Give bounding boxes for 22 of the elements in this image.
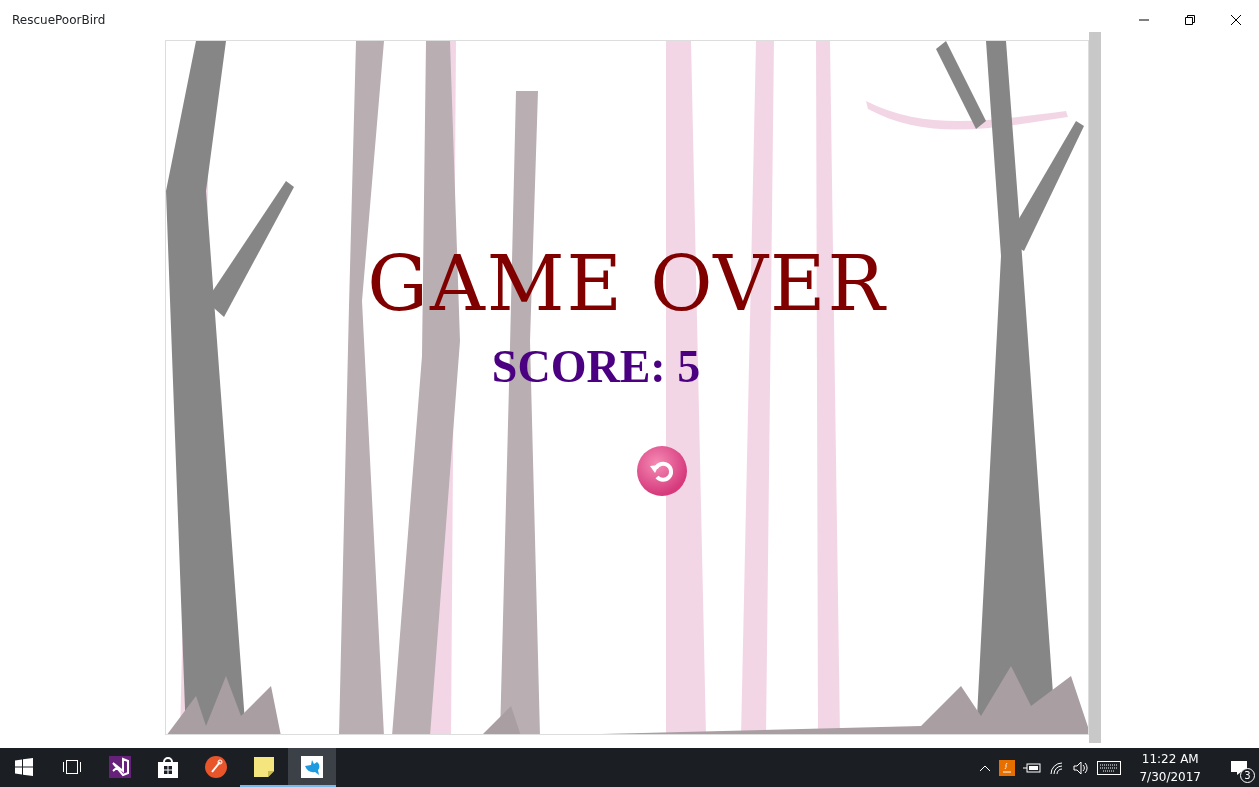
sticky-note-icon [254,756,274,777]
task-view-icon [62,758,82,775]
windows-logo-icon [15,757,33,776]
scrollbar[interactable] [1089,32,1101,743]
score-text: SCORE: 5 [491,344,701,390]
paint-brush-icon [205,755,227,778]
bird-button[interactable] [288,748,336,785]
chevron-up-icon[interactable] [979,763,992,772]
clock[interactable]: 11:22 AM 7/30/2017 [1129,749,1211,786]
battery-icon[interactable] [1023,761,1042,774]
java-icon[interactable] [999,759,1016,776]
volume-icon[interactable] [1073,760,1090,775]
keyboard-icon[interactable] [1097,760,1122,775]
replay-button[interactable] [637,446,687,496]
store-bag-icon [158,755,178,778]
game-over-title: GAME OVER [367,246,887,322]
notification-count: 3 [1240,768,1255,783]
window-title: RescuePoorBird [12,12,106,29]
visual-studio-icon [109,755,131,778]
restore-icon [1185,15,1195,25]
close-icon [1231,15,1241,25]
bird-icon [301,755,323,778]
